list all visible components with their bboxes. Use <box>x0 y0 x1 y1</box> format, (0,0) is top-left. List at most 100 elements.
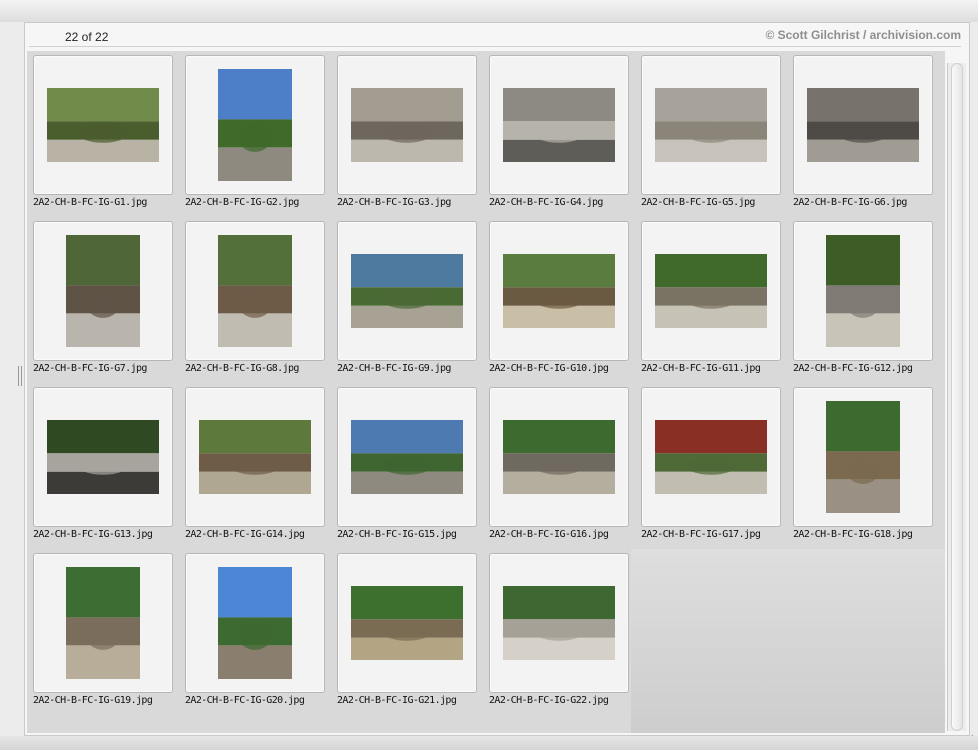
thumbnail-image[interactable] <box>351 88 463 162</box>
grid-empty-area <box>631 549 945 733</box>
thumbnail-item[interactable]: 2A2-CH-B-FC-IG-G18.jpg <box>793 387 933 545</box>
thumbnail-item[interactable]: 2A2-CH-B-FC-IG-G8.jpg <box>185 221 325 379</box>
thumbnail-frame[interactable] <box>337 553 477 693</box>
thumbnail-image[interactable] <box>655 88 767 162</box>
thumbnail-image[interactable] <box>218 69 292 181</box>
thumbnail-frame[interactable] <box>33 387 173 527</box>
thumbnail-frame[interactable] <box>793 387 933 527</box>
splitter-grip-icon[interactable] <box>18 366 22 386</box>
thumbnail-filename: 2A2-CH-B-FC-IG-G14.jpg <box>185 529 305 540</box>
thumbnail-item[interactable]: 2A2-CH-B-FC-IG-G1.jpg <box>33 55 173 213</box>
thumbnail-image[interactable] <box>826 401 900 513</box>
thumbnail-filename: 2A2-CH-B-FC-IG-G9.jpg <box>337 363 451 374</box>
thumbnail-filename: 2A2-CH-B-FC-IG-G15.jpg <box>337 529 457 540</box>
thumbnail-item[interactable]: 2A2-CH-B-FC-IG-G7.jpg <box>33 221 173 379</box>
thumbnail-item[interactable]: 2A2-CH-B-FC-IG-G11.jpg <box>641 221 781 379</box>
thumbnail-item[interactable]: 2A2-CH-B-FC-IG-G21.jpg <box>337 553 477 711</box>
thumbnail-item[interactable]: 2A2-CH-B-FC-IG-G17.jpg <box>641 387 781 545</box>
thumbnail-image[interactable] <box>66 567 140 679</box>
thumbnail-item[interactable]: 2A2-CH-B-FC-IG-G4.jpg <box>489 55 629 213</box>
thumbnail-item[interactable]: 2A2-CH-B-FC-IG-G14.jpg <box>185 387 325 545</box>
thumbnail-image[interactable] <box>351 420 463 494</box>
thumbnail-frame[interactable] <box>337 55 477 195</box>
thumbnail-filename: 2A2-CH-B-FC-IG-G4.jpg <box>489 197 603 208</box>
thumbnail-image[interactable] <box>655 420 767 494</box>
thumbnail-filename: 2A2-CH-B-FC-IG-G7.jpg <box>33 363 147 374</box>
thumbnail-frame[interactable] <box>793 221 933 361</box>
thumbnail-filename: 2A2-CH-B-FC-IG-G2.jpg <box>185 197 299 208</box>
thumbnail-item[interactable]: 2A2-CH-B-FC-IG-G15.jpg <box>337 387 477 545</box>
thumbnail-item[interactable]: 2A2-CH-B-FC-IG-G6.jpg <box>793 55 933 213</box>
thumbnail-item[interactable]: 2A2-CH-B-FC-IG-G3.jpg <box>337 55 477 213</box>
thumbnail-item[interactable]: 2A2-CH-B-FC-IG-G2.jpg <box>185 55 325 213</box>
thumbnail-filename: 2A2-CH-B-FC-IG-G5.jpg <box>641 197 755 208</box>
thumbnail-filename: 2A2-CH-B-FC-IG-G1.jpg <box>33 197 147 208</box>
thumbnail-filename: 2A2-CH-B-FC-IG-G17.jpg <box>641 529 761 540</box>
thumbnail-item[interactable]: 2A2-CH-B-FC-IG-G20.jpg <box>185 553 325 711</box>
thumbnail-filename: 2A2-CH-B-FC-IG-G20.jpg <box>185 695 305 706</box>
thumbnail-image[interactable] <box>351 586 463 660</box>
thumbnail-image[interactable] <box>47 88 159 162</box>
thumbnail-image[interactable] <box>807 88 919 162</box>
window-top-strip <box>0 0 978 22</box>
thumbnail-frame[interactable] <box>641 55 781 195</box>
thumbnail-frame[interactable] <box>489 221 629 361</box>
thumbnail-item[interactable]: 2A2-CH-B-FC-IG-G10.jpg <box>489 221 629 379</box>
thumbnail-filename: 2A2-CH-B-FC-IG-G6.jpg <box>793 197 907 208</box>
thumbnail-item[interactable]: 2A2-CH-B-FC-IG-G16.jpg <box>489 387 629 545</box>
thumbnail-item[interactable]: 2A2-CH-B-FC-IG-G9.jpg <box>337 221 477 379</box>
thumbnail-image[interactable] <box>503 88 615 162</box>
thumbnail-image[interactable] <box>826 235 900 347</box>
thumbnail-frame[interactable] <box>489 55 629 195</box>
thumbnail-filename: 2A2-CH-B-FC-IG-G10.jpg <box>489 363 609 374</box>
thumbnail-item[interactable]: 2A2-CH-B-FC-IG-G12.jpg <box>793 221 933 379</box>
thumbnail-image[interactable] <box>218 235 292 347</box>
thumbnail-item[interactable]: 2A2-CH-B-FC-IG-G5.jpg <box>641 55 781 213</box>
thumbnail-item[interactable]: 2A2-CH-B-FC-IG-G13.jpg <box>33 387 173 545</box>
window-bottom-strip <box>0 736 978 750</box>
thumbnail-frame[interactable] <box>489 553 629 693</box>
thumbnail-frame[interactable] <box>185 387 325 527</box>
thumbnail-filename: 2A2-CH-B-FC-IG-G13.jpg <box>33 529 153 540</box>
header-divider <box>29 46 961 47</box>
thumbnail-image[interactable] <box>199 420 311 494</box>
thumbnail-frame[interactable] <box>33 55 173 195</box>
scrollbar-thumb[interactable] <box>951 63 963 731</box>
viewer-window: 22 of 22 © Scott Gilchrist / archivision… <box>24 22 970 736</box>
thumbnail-filename: 2A2-CH-B-FC-IG-G3.jpg <box>337 197 451 208</box>
thumbnail-image[interactable] <box>66 235 140 347</box>
thumbnail-frame[interactable] <box>337 387 477 527</box>
thumbnail-image[interactable] <box>655 254 767 328</box>
thumbnail-image[interactable] <box>218 567 292 679</box>
thumbnail-filename: 2A2-CH-B-FC-IG-G18.jpg <box>793 529 913 540</box>
thumbnail-image[interactable] <box>503 254 615 328</box>
thumbnail-frame[interactable] <box>641 221 781 361</box>
thumbnail-frame[interactable] <box>489 387 629 527</box>
thumbnail-frame[interactable] <box>33 221 173 361</box>
thumbnail-frame[interactable] <box>185 221 325 361</box>
copyright-credit: © Scott Gilchrist / archivision.com <box>765 28 961 42</box>
thumbnail-image[interactable] <box>351 254 463 328</box>
thumbnail-image[interactable] <box>503 586 615 660</box>
thumbnail-filename: 2A2-CH-B-FC-IG-G19.jpg <box>33 695 153 706</box>
thumbnail-item[interactable]: 2A2-CH-B-FC-IG-G22.jpg <box>489 553 629 711</box>
image-count: 22 of 22 <box>65 30 109 44</box>
thumbnail-filename: 2A2-CH-B-FC-IG-G16.jpg <box>489 529 609 540</box>
thumbnail-filename: 2A2-CH-B-FC-IG-G21.jpg <box>337 695 457 706</box>
thumbnail-frame[interactable] <box>185 55 325 195</box>
thumbnail-frame[interactable] <box>185 553 325 693</box>
thumbnail-filename: 2A2-CH-B-FC-IG-G11.jpg <box>641 363 761 374</box>
thumbnail-frame[interactable] <box>793 55 933 195</box>
thumbnail-filename: 2A2-CH-B-FC-IG-G22.jpg <box>489 695 609 706</box>
thumbnail-frame[interactable] <box>33 553 173 693</box>
header-bar: 22 of 22 © Scott Gilchrist / archivision… <box>25 23 969 47</box>
thumbnail-item[interactable]: 2A2-CH-B-FC-IG-G19.jpg <box>33 553 173 711</box>
thumbnail-filename: 2A2-CH-B-FC-IG-G8.jpg <box>185 363 299 374</box>
thumbnail-image[interactable] <box>503 420 615 494</box>
thumbnail-grid: 2A2-CH-B-FC-IG-G1.jpg 2A2-CH-B-FC-IG-G2.j… <box>27 51 945 733</box>
thumbnail-frame[interactable] <box>337 221 477 361</box>
vertical-scrollbar[interactable] <box>947 63 966 731</box>
thumbnail-filename: 2A2-CH-B-FC-IG-G12.jpg <box>793 363 913 374</box>
thumbnail-image[interactable] <box>47 420 159 494</box>
thumbnail-frame[interactable] <box>641 387 781 527</box>
